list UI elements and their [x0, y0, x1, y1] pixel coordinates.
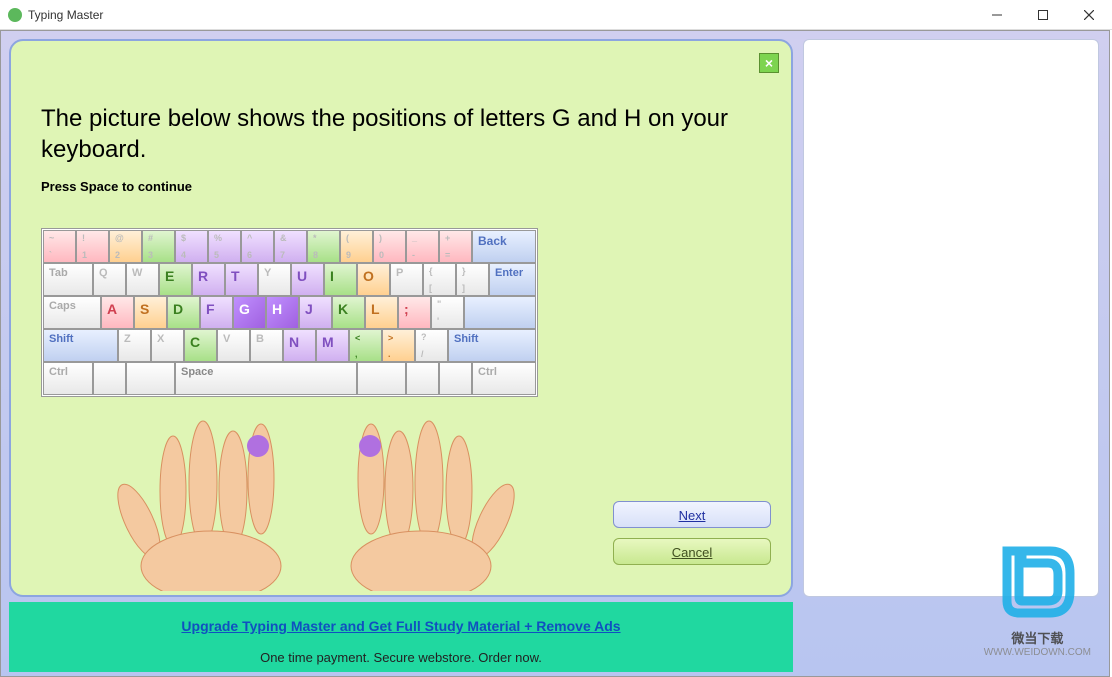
- key-c: C: [184, 329, 217, 362]
- key-j: J: [299, 296, 332, 329]
- key-l: L: [365, 296, 398, 329]
- key-q: Q: [93, 263, 126, 296]
- key-o: O: [357, 263, 390, 296]
- kb-row-3: Caps A S D F G H J K L ; "': [43, 296, 536, 329]
- key-equals: +=: [439, 230, 472, 263]
- key-9: (9: [340, 230, 373, 263]
- watermark: 微当下载 WWW.WEIDOWN.COM: [984, 541, 1091, 658]
- key-e: E: [159, 263, 192, 296]
- key-0: )0: [373, 230, 406, 263]
- upgrade-bar: Upgrade Typing Master and Get Full Study…: [9, 602, 793, 672]
- key-enter: Enter: [489, 263, 536, 296]
- key-3: #3: [142, 230, 175, 263]
- watermark-text: 微当下载: [984, 628, 1091, 647]
- key-back: Back: [472, 230, 536, 263]
- watermark-logo: [992, 541, 1082, 621]
- key-1: !1: [76, 230, 109, 263]
- key-u: U: [291, 263, 324, 296]
- close-lesson-button[interactable]: ×: [759, 53, 779, 73]
- key-menu: [439, 362, 472, 395]
- key-7: &7: [274, 230, 307, 263]
- key-k: K: [332, 296, 365, 329]
- left-hand: [101, 411, 301, 591]
- key-ctrl-right: Ctrl: [472, 362, 536, 395]
- key-2: @2: [109, 230, 142, 263]
- window-controls: [974, 0, 1112, 30]
- key-s: S: [134, 296, 167, 329]
- key-quote: "': [431, 296, 464, 329]
- key-win-left: [93, 362, 126, 395]
- key-shift-left: Shift: [43, 329, 118, 362]
- key-grave: ~`: [43, 230, 76, 263]
- key-bracket-r: }]: [456, 263, 489, 296]
- minimize-button[interactable]: [974, 0, 1020, 30]
- kb-row-2: Tab Q W E R T Y U I O P {[ }] Enter: [43, 263, 536, 296]
- key-comma: <,: [349, 329, 382, 362]
- key-alt-left: [126, 362, 175, 395]
- key-4: $4: [175, 230, 208, 263]
- key-n: N: [283, 329, 316, 362]
- app-container: × The picture below shows the positions …: [0, 30, 1110, 677]
- key-x: X: [151, 329, 184, 362]
- key-5: %5: [208, 230, 241, 263]
- key-ctrl-left: Ctrl: [43, 362, 93, 395]
- key-f: F: [200, 296, 233, 329]
- key-caps: Caps: [43, 296, 101, 329]
- maximize-button[interactable]: [1020, 0, 1066, 30]
- key-bracket-l: {[: [423, 263, 456, 296]
- app-icon: [8, 8, 22, 22]
- key-h: H: [266, 296, 299, 329]
- key-d: D: [167, 296, 200, 329]
- key-g: G: [233, 296, 266, 329]
- key-slash: ?/: [415, 329, 448, 362]
- sidebar-panel: [803, 39, 1099, 597]
- key-y: Y: [258, 263, 291, 296]
- kb-row-5: Ctrl Space Ctrl: [43, 362, 536, 395]
- lesson-panel: × The picture below shows the positions …: [9, 39, 793, 597]
- key-semicolon: ;: [398, 296, 431, 329]
- kb-row-1: ~` !1 @2 #3 $4 %5 ^6 &7 *8 (9 )0 _- += B…: [43, 230, 536, 263]
- key-m: M: [316, 329, 349, 362]
- key-b: B: [250, 329, 283, 362]
- key-space: Space: [175, 362, 357, 395]
- instruction-title: The picture below shows the positions of…: [41, 103, 761, 165]
- key-minus: _-: [406, 230, 439, 263]
- upgrade-link[interactable]: Upgrade Typing Master and Get Full Study…: [181, 618, 620, 634]
- key-v: V: [217, 329, 250, 362]
- keyboard: ~` !1 @2 #3 $4 %5 ^6 &7 *8 (9 )0 _- += B…: [41, 228, 538, 397]
- watermark-url: WWW.WEIDOWN.COM: [984, 647, 1091, 658]
- key-t: T: [225, 263, 258, 296]
- kb-row-4: Shift Z X C V B N M <, >. ?/ Shift: [43, 329, 536, 362]
- key-period: >.: [382, 329, 415, 362]
- button-area: Next Cancel: [613, 501, 771, 575]
- key-i: I: [324, 263, 357, 296]
- key-r: R: [192, 263, 225, 296]
- key-z: Z: [118, 329, 151, 362]
- cancel-button[interactable]: Cancel: [613, 538, 771, 565]
- upgrade-subtext: One time payment. Secure webstore. Order…: [9, 650, 793, 665]
- key-alt-right: [357, 362, 406, 395]
- key-6: ^6: [241, 230, 274, 263]
- key-8: *8: [307, 230, 340, 263]
- next-button[interactable]: Next: [613, 501, 771, 528]
- close-button[interactable]: [1066, 0, 1112, 30]
- instruction-subtitle: Press Space to continue: [41, 179, 761, 194]
- key-a: A: [101, 296, 134, 329]
- app-title: Typing Master: [28, 8, 103, 22]
- key-win-right: [406, 362, 439, 395]
- key-enter-lower: [464, 296, 536, 329]
- key-tab: Tab: [43, 263, 93, 296]
- key-shift-right: Shift: [448, 329, 536, 362]
- title-bar: Typing Master: [0, 0, 1112, 30]
- key-w: W: [126, 263, 159, 296]
- key-p: P: [390, 263, 423, 296]
